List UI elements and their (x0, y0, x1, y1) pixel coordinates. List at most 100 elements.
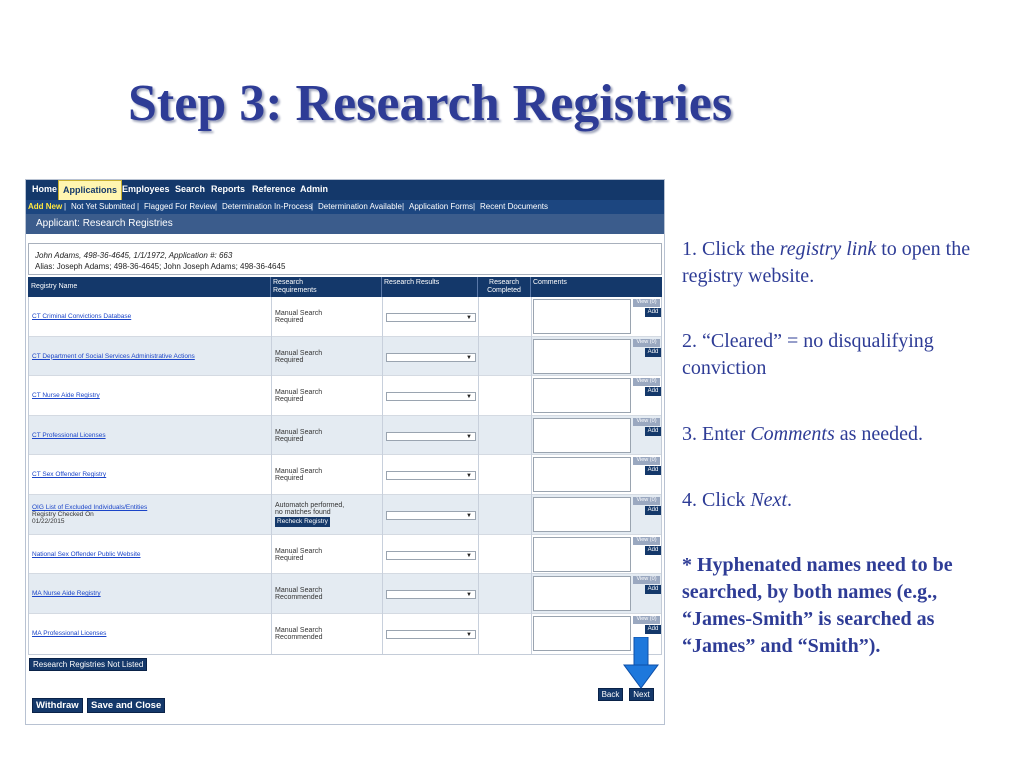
registry-checked-label: Registry Checked On (32, 511, 94, 518)
recheck-registry-button[interactable]: Recheck Registry (275, 517, 330, 527)
research-results-select[interactable]: ▼ (386, 392, 476, 402)
instruction-text: 4. Click (682, 489, 751, 511)
requirement-text: Manual Search (275, 389, 323, 397)
research-requirement: Manual Search Required (275, 468, 322, 482)
chevron-down-icon: ▼ (466, 473, 472, 480)
subnav-determination-available[interactable]: Determination Available (318, 200, 402, 214)
add-comment-button[interactable]: Add (645, 308, 661, 317)
subnav-determination-in-process[interactable]: Determination In-Process (222, 200, 312, 214)
applicant-line: John Adams, 498-36-4645, 1/1/1972, Appli… (35, 251, 233, 260)
table-row: CT Department of Social Services Adminis… (29, 336, 661, 377)
research-requirement: Automatch performed, no matches found (275, 502, 344, 516)
chevron-down-icon: ▼ (466, 552, 472, 559)
app-screenshot: Home Applications Employees Search Repor… (25, 179, 665, 725)
registry-link[interactable]: National Sex Offender Public Website (32, 551, 141, 558)
research-results-select[interactable]: ▼ (386, 471, 476, 481)
comments-textarea[interactable] (533, 417, 631, 453)
comments-textarea[interactable] (533, 299, 631, 334)
back-button[interactable]: Back (598, 688, 623, 701)
comments-textarea[interactable] (533, 536, 631, 572)
nav-reference[interactable]: Reference (248, 180, 300, 200)
view-comments-button[interactable]: View (0) (633, 338, 660, 347)
next-button[interactable]: Next (629, 688, 654, 701)
research-requirement: Manual Search Recommended (275, 587, 322, 601)
registry-link[interactable]: CT Department of Social Services Adminis… (32, 353, 195, 360)
registry-link[interactable]: MA Professional Licenses (32, 630, 106, 637)
col-header-text: Completed (487, 287, 521, 294)
subnav-not-yet-submitted[interactable]: Not Yet Submitted (71, 200, 135, 214)
table-row: CT Criminal Convictions Database Manual … (29, 297, 661, 337)
research-registries-not-listed-button[interactable]: Research Registries Not Listed (29, 658, 148, 671)
col-header-text: Requirements (273, 287, 317, 294)
subnav-add-new[interactable]: Add New (28, 200, 62, 214)
research-results-select[interactable]: ▼ (386, 313, 476, 322)
nav-employees[interactable]: Employees (118, 180, 174, 200)
registry-link[interactable]: CT Professional Licenses (32, 432, 106, 439)
comments-textarea[interactable] (533, 497, 631, 532)
nav-admin[interactable]: Admin (296, 180, 332, 200)
col-divider (381, 277, 382, 297)
requirement-text: Required (275, 475, 304, 483)
add-comment-button[interactable]: Add (645, 624, 661, 634)
registry-checked-date: 01/22/2015 (32, 518, 65, 525)
table-row: MA Nurse Aide Registry Manual Search Rec… (29, 574, 661, 614)
registry-link[interactable]: CT Criminal Convictions Database (32, 313, 131, 320)
add-comment-button[interactable]: Add (645, 506, 661, 515)
subnav-flagged-for-review[interactable]: Flagged For Review (144, 200, 216, 214)
research-requirement: Manual Search Recommended (275, 627, 322, 641)
comments-textarea[interactable] (533, 338, 631, 374)
nav-search[interactable]: Search (171, 180, 209, 200)
registry-link[interactable]: MA Nurse Aide Registry (32, 590, 101, 597)
instruction-step-1: 1. Click the registry link to open the r… (682, 236, 1002, 290)
subnav-application-forms[interactable]: Application Forms (409, 200, 473, 214)
view-comments-button[interactable]: View (0) (633, 536, 660, 545)
registry-link[interactable]: OIG List of Excluded Individuals/Entitie… (32, 504, 147, 511)
chevron-down-icon: ▼ (466, 315, 472, 321)
table-row: National Sex Offender Public Website Man… (29, 535, 661, 575)
subnav-recent-documents[interactable]: Recent Documents (480, 200, 548, 214)
instruction-step-2: 2. “Cleared” = no disqualifying convicti… (682, 330, 934, 379)
add-comment-button[interactable]: Add (645, 426, 661, 436)
registry-link[interactable]: CT Sex Offender Registry (32, 471, 106, 478)
col-divider (271, 297, 272, 654)
nav-reports[interactable]: Reports (207, 180, 249, 200)
research-results-select[interactable]: ▼ (386, 629, 476, 639)
nav-home[interactable]: Home (28, 180, 61, 200)
applicant-info: John Adams, 498-36-4645, 1/1/1972, Appli… (28, 243, 662, 275)
research-results-select[interactable]: ▼ (386, 352, 476, 362)
col-divider (478, 297, 479, 654)
instruction-emphasis: registry link (779, 238, 877, 260)
nav-applications[interactable]: Applications (58, 180, 123, 200)
research-results-select[interactable]: ▼ (386, 590, 476, 600)
requirement-text: Manual Search (275, 428, 323, 436)
comments-textarea[interactable] (533, 457, 631, 493)
requirement-text: no matches found (275, 509, 331, 516)
view-comments-button[interactable]: View (0) (633, 378, 660, 387)
research-results-select[interactable]: ▼ (386, 511, 476, 520)
add-comment-button[interactable]: Add (645, 585, 661, 595)
comments-textarea[interactable] (533, 615, 631, 651)
view-comments-button[interactable]: View (0) (633, 615, 660, 624)
research-requirement: Manual Search Required (275, 429, 322, 443)
hyphenated-names-note: * Hyphenated names need to be searched, … (682, 554, 953, 657)
subnav-separator: | (137, 202, 140, 211)
comments-textarea[interactable] (533, 576, 631, 612)
add-comment-button[interactable]: Add (645, 387, 661, 397)
add-comment-button[interactable]: Add (645, 347, 661, 357)
registry-table-header: Registry Name Research Requirements Rese… (28, 277, 662, 297)
research-results-select[interactable]: ▼ (386, 431, 476, 441)
requirement-text: Recommended (275, 633, 323, 641)
research-requirement: Manual Search Required (275, 310, 322, 324)
view-comments-button[interactable]: View (0) (633, 299, 660, 307)
view-comments-button[interactable]: View (0) (633, 417, 660, 426)
add-comment-button[interactable]: Add (645, 545, 661, 555)
view-comments-button[interactable]: View (0) (633, 497, 660, 505)
view-comments-button[interactable]: View (0) (633, 576, 660, 585)
registry-link[interactable]: CT Nurse Aide Registry (32, 392, 100, 399)
comments-textarea[interactable] (533, 378, 631, 414)
add-comment-button[interactable]: Add (645, 466, 661, 476)
research-results-select[interactable]: ▼ (386, 550, 476, 560)
withdraw-button[interactable]: Withdraw (32, 698, 83, 713)
save-and-close-button[interactable]: Save and Close (87, 698, 166, 713)
view-comments-button[interactable]: View (0) (633, 457, 660, 466)
